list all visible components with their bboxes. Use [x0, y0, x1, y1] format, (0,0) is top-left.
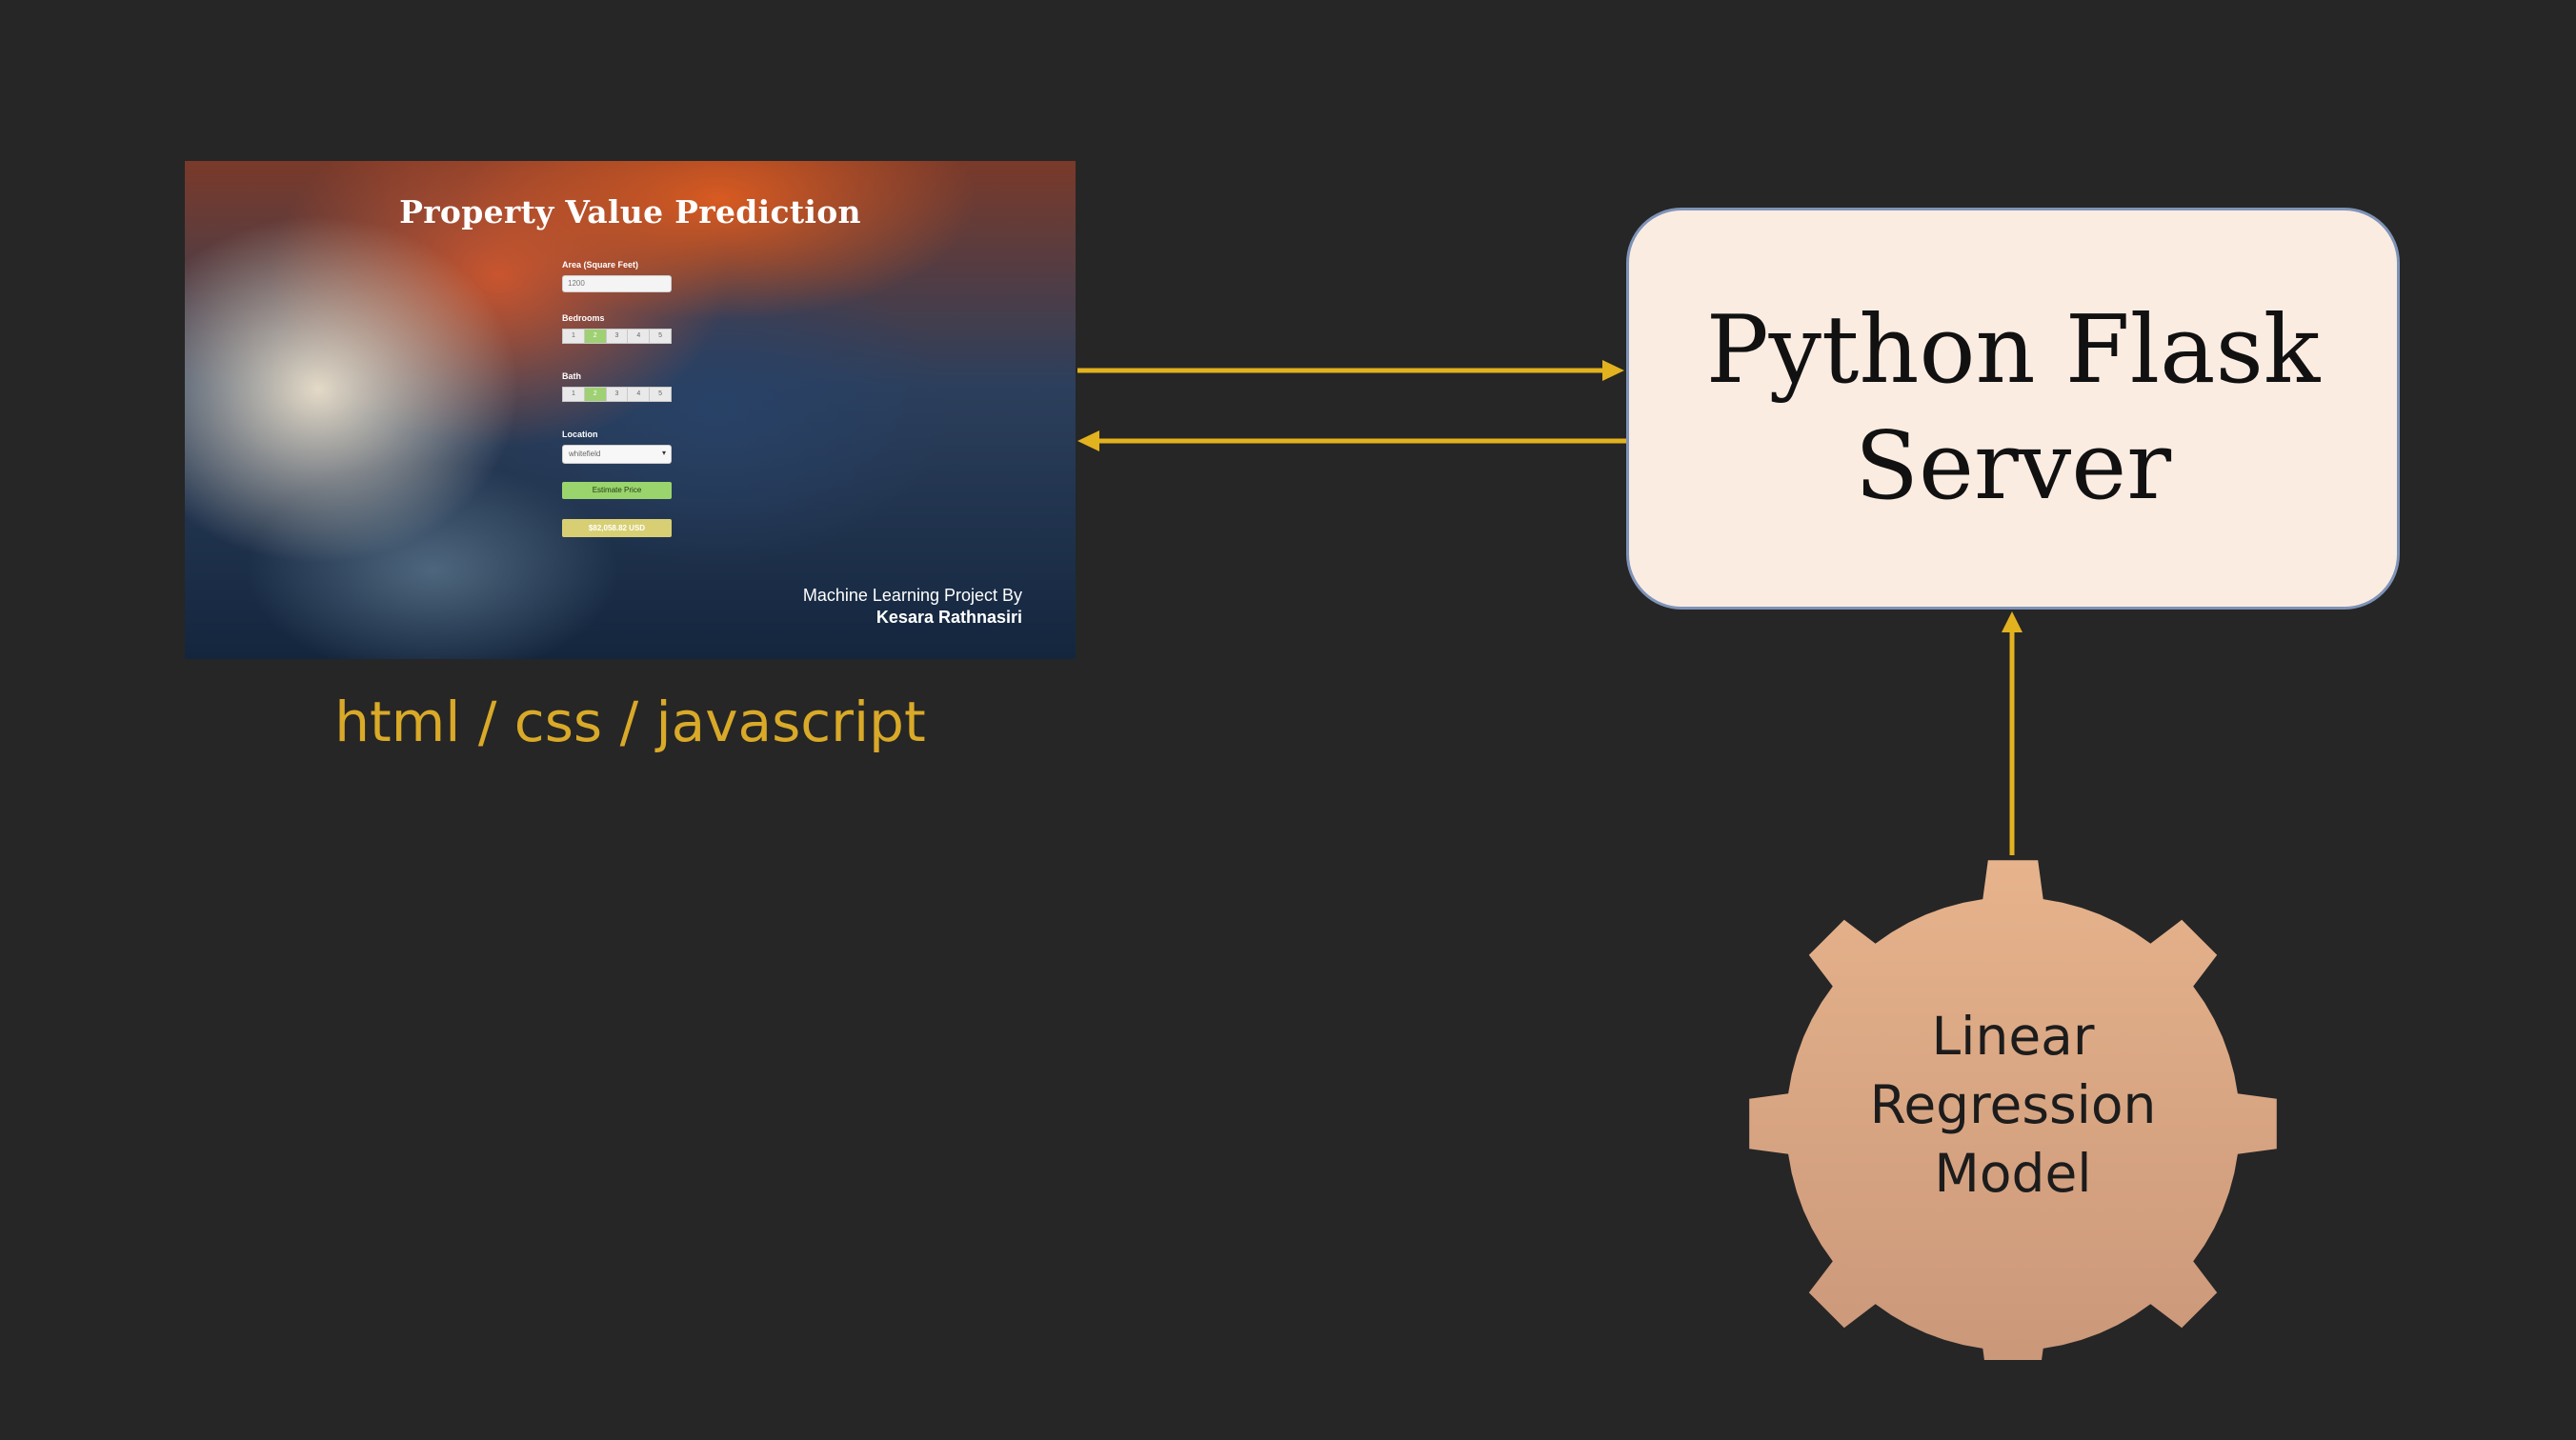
request-arrow — [1077, 360, 1624, 381]
architecture-diagram: Property Value Prediction Area (Square F… — [0, 0, 2576, 1440]
server-title-line2: Server — [1854, 412, 2172, 521]
flask-server-box: Python Flask Server — [1626, 208, 2400, 610]
model-to-server-arrow — [2002, 611, 2023, 855]
model-label: Linear Regression Model — [1856, 1002, 2170, 1208]
model-label-line3: Model — [1934, 1143, 2092, 1204]
model-label-line1: Linear — [1931, 1006, 2095, 1067]
response-arrow — [1077, 430, 1626, 451]
model-label-line2: Regression — [1869, 1074, 2157, 1135]
server-title-line1: Python Flask — [1705, 296, 2321, 405]
server-title: Python Flask Server — [1680, 292, 2346, 525]
